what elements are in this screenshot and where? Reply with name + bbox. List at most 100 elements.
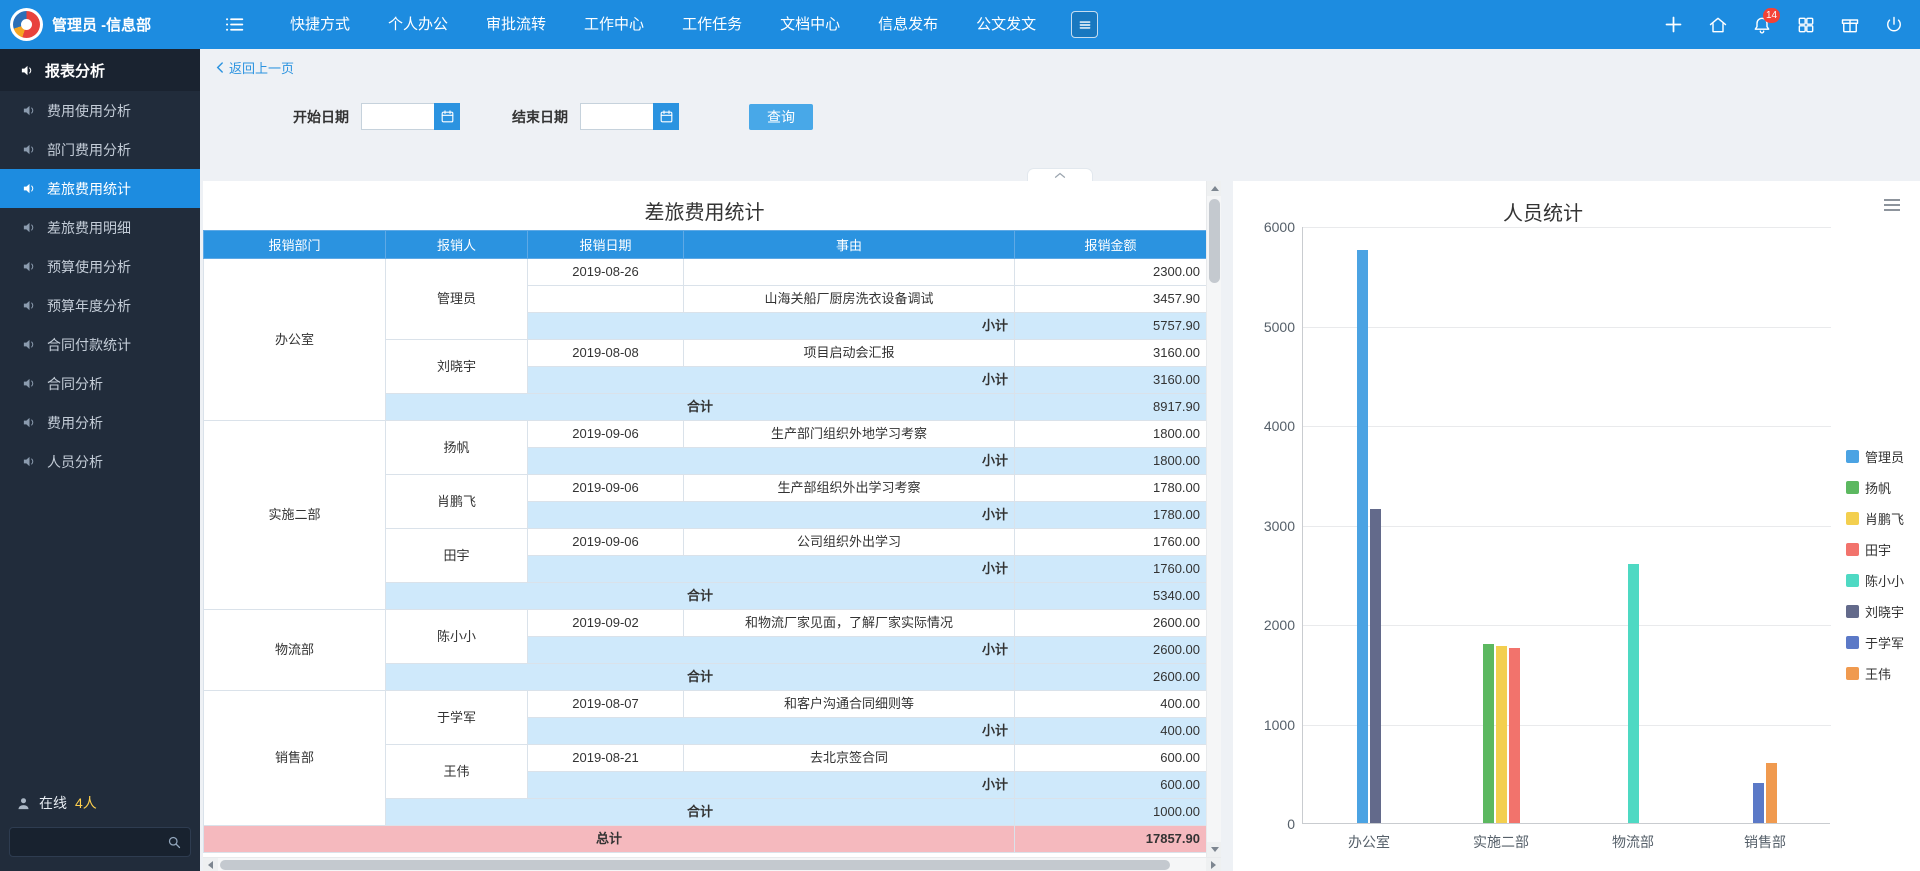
department-cell: 销售部 bbox=[203, 690, 386, 826]
sidebar-search-input[interactable] bbox=[18, 834, 167, 850]
start-date-calendar-button[interactable] bbox=[434, 103, 460, 130]
collapse-filter-tab[interactable] bbox=[1027, 168, 1093, 181]
end-date-group bbox=[580, 103, 679, 130]
vertical-scrollbar[interactable] bbox=[1206, 181, 1221, 857]
query-button[interactable]: 查询 bbox=[749, 103, 813, 130]
chart-legend: 管理员扬帆肖鹏飞田宇陈小小刘晓宇于学军王伟 bbox=[1846, 447, 1904, 683]
sidebar-item-label: 人员分析 bbox=[47, 453, 103, 470]
chart-bar[interactable] bbox=[1766, 763, 1777, 823]
total-amount-cell: 1000.00 bbox=[1014, 798, 1207, 826]
sidebar-item[interactable]: 人员分析 bbox=[0, 442, 200, 481]
legend-item[interactable]: 王伟 bbox=[1846, 664, 1904, 683]
topbar-menu-item[interactable]: 文档中心 bbox=[761, 0, 859, 49]
chart-bar[interactable] bbox=[1627, 564, 1639, 823]
department-cell: 办公室 bbox=[203, 258, 386, 421]
sidebar-item[interactable]: 预算年度分析 bbox=[0, 286, 200, 325]
grand-total-row: 总计 17857.90 bbox=[203, 825, 1207, 853]
start-date-group bbox=[361, 103, 460, 130]
sidebar-item-label: 差旅费用明细 bbox=[47, 219, 131, 236]
horizontal-scrollbar-thumb[interactable] bbox=[220, 860, 1170, 870]
horizontal-scrollbar[interactable] bbox=[203, 857, 1221, 871]
chart-bar[interactable] bbox=[1357, 250, 1368, 823]
topbar-menu-item[interactable]: 工作中心 bbox=[565, 0, 663, 49]
speaker-icon bbox=[22, 454, 37, 469]
legend-item[interactable]: 扬帆 bbox=[1846, 478, 1904, 497]
start-date-input[interactable] bbox=[361, 103, 434, 130]
date-cell bbox=[527, 285, 684, 313]
legend-swatch bbox=[1846, 667, 1859, 680]
chart-bar[interactable] bbox=[1495, 645, 1507, 823]
topbar-menu-item[interactable]: 公文发文 bbox=[957, 0, 1055, 49]
topbar-menu-item[interactable]: 工作任务 bbox=[663, 0, 761, 49]
home-button[interactable] bbox=[1708, 15, 1728, 35]
logout-button[interactable] bbox=[1884, 15, 1904, 35]
menu-toggle-icon[interactable] bbox=[224, 14, 245, 35]
chart-bar[interactable] bbox=[1508, 647, 1520, 823]
topbar-menu-item[interactable]: 审批流转 bbox=[467, 0, 565, 49]
chart-bar[interactable] bbox=[1370, 508, 1381, 823]
legend-item[interactable]: 管理员 bbox=[1846, 447, 1904, 466]
legend-item[interactable]: 陈小小 bbox=[1846, 571, 1904, 590]
sidebar-item[interactable]: 费用使用分析 bbox=[0, 91, 200, 130]
sidebar-item[interactable]: 预算使用分析 bbox=[0, 247, 200, 286]
current-user: 管理员 -信息部 bbox=[52, 17, 152, 34]
table-row: 物流部 陈小小 2019-09-02 和物流厂家见面，了解厂家实际情况 2600.00 bbox=[203, 609, 1207, 691]
search-icon[interactable] bbox=[167, 835, 182, 850]
notifications-button[interactable]: 14 bbox=[1752, 7, 1781, 35]
legend-swatch bbox=[1846, 512, 1859, 525]
sidebar-item[interactable]: 合同付款统计 bbox=[0, 325, 200, 364]
sidebar-item[interactable]: 合同分析 bbox=[0, 364, 200, 403]
package-button[interactable] bbox=[1840, 15, 1860, 35]
scroll-up-button[interactable] bbox=[1207, 181, 1221, 196]
sidebar-item[interactable]: 费用分析 bbox=[0, 403, 200, 442]
topbar-menu: 快捷方式 个人办公 审批流转 工作中心 工作任务 文档中心 信息发布 公文发文 bbox=[271, 0, 1055, 49]
legend-item[interactable]: 刘晓宇 bbox=[1846, 602, 1904, 621]
more-menu-button[interactable] bbox=[1071, 11, 1099, 38]
end-date-calendar-button[interactable] bbox=[653, 103, 679, 130]
chart-toolbox-icon[interactable] bbox=[1884, 199, 1900, 211]
legend-label: 陈小小 bbox=[1865, 574, 1905, 589]
vertical-scrollbar-thumb[interactable] bbox=[1209, 199, 1220, 283]
grand-total-label-cell: 总计 bbox=[203, 825, 1015, 853]
legend-item[interactable]: 肖鹏飞 bbox=[1846, 509, 1904, 528]
report-content: 差旅费用统计 报销部门 报销人 报销日期 事由 报销金额 办公室 管理员 2019-… bbox=[203, 181, 1207, 857]
gridline bbox=[1303, 327, 1831, 328]
sidebar-section-header[interactable]: 报表分析 bbox=[0, 49, 200, 91]
amount-cell: 1780.00 bbox=[1014, 474, 1207, 502]
speaker-icon bbox=[22, 103, 37, 118]
topbar: 管理员 -信息部 快捷方式 个人办公 审批流转 工作中心 工作任务 文档中心 信息发布 公文发… bbox=[0, 0, 1920, 49]
sidebar-item[interactable]: 差旅费用明细 bbox=[0, 208, 200, 247]
person-cell: 陈小小 bbox=[385, 609, 528, 664]
chart-bar[interactable] bbox=[1482, 643, 1494, 823]
column-header: 报销日期 bbox=[527, 230, 684, 259]
sidebar-item-label: 预算年度分析 bbox=[47, 297, 131, 314]
person-cell: 王伟 bbox=[385, 744, 528, 799]
gridline bbox=[1303, 725, 1831, 726]
scroll-down-button[interactable] bbox=[1207, 842, 1221, 857]
column-header: 事由 bbox=[683, 230, 1015, 259]
apps-grid-button[interactable] bbox=[1796, 15, 1816, 35]
subtotal-amount-cell: 2600.00 bbox=[1014, 636, 1207, 664]
topbar-menu-item[interactable]: 个人办公 bbox=[369, 0, 467, 49]
legend-item[interactable]: 于学军 bbox=[1846, 633, 1904, 652]
table-row: 销售部 于学军 2019-08-07 和客户沟通合同细则等 400.00 bbox=[203, 690, 1207, 826]
legend-item[interactable]: 田宇 bbox=[1846, 540, 1904, 559]
add-button[interactable] bbox=[1663, 14, 1684, 35]
sidebar: 报表分析 费用使用分析部门费用分析 差旅费用统计差旅费用明细 预算使用分析 预算年度分… bbox=[0, 49, 200, 871]
grand-total-amount-cell: 17857.90 bbox=[1014, 825, 1207, 853]
scroll-right-button[interactable] bbox=[1206, 858, 1221, 871]
sidebar-item[interactable]: 部门费用分析 bbox=[0, 130, 200, 169]
scroll-left-button[interactable] bbox=[203, 858, 218, 871]
end-date-input[interactable] bbox=[580, 103, 653, 130]
chart-bar[interactable] bbox=[1753, 783, 1764, 823]
date-cell: 2019-09-02 bbox=[527, 609, 684, 637]
sidebar-menu: 费用使用分析部门费用分析 差旅费用统计差旅费用明细 预算使用分析 预算年度分析合同付款… bbox=[0, 91, 200, 481]
sidebar-item-label: 合同分析 bbox=[47, 375, 103, 392]
sidebar-item-label: 费用使用分析 bbox=[47, 102, 131, 119]
sidebar-item[interactable]: 差旅费用统计 bbox=[0, 169, 200, 208]
topbar-menu-item[interactable]: 信息发布 bbox=[859, 0, 957, 49]
back-link[interactable]: 返回上一页 bbox=[215, 58, 294, 77]
gridline bbox=[1303, 526, 1831, 527]
topbar-menu-item[interactable]: 快捷方式 bbox=[271, 0, 369, 49]
sidebar-item-label: 预算使用分析 bbox=[47, 258, 131, 275]
